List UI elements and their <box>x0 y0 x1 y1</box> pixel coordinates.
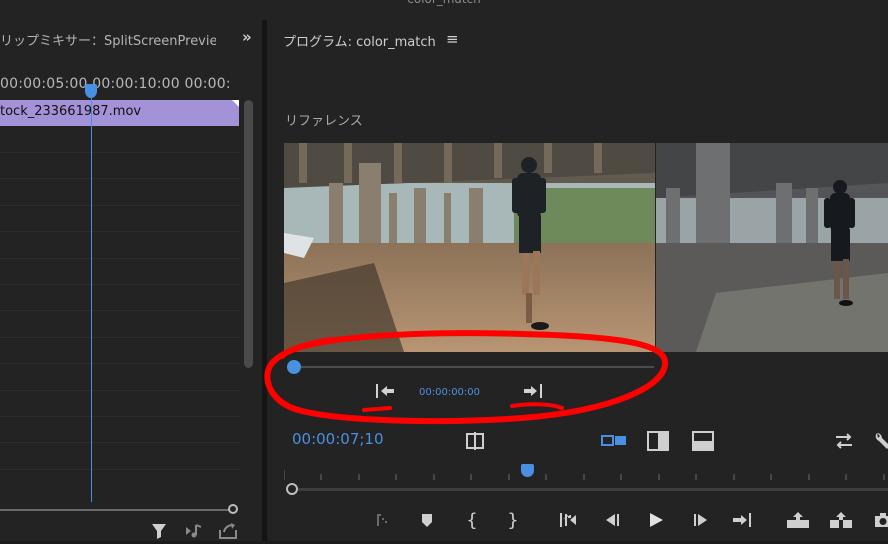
reference-label: リファレンス <box>285 114 363 129</box>
red-annotation-circle <box>264 330 669 425</box>
program-timecode[interactable]: 00:00:07;10 <box>292 430 384 448</box>
track-divider <box>0 258 240 259</box>
lift-icon[interactable] <box>785 510 811 534</box>
play-icon[interactable] <box>645 510 667 534</box>
program-zoom-bar[interactable] <box>292 488 888 491</box>
clip-label: tock_233661987.mov <box>0 104 142 119</box>
track-divider <box>0 390 240 391</box>
swap-icon[interactable] <box>833 431 855 455</box>
step-forward-icon[interactable] <box>690 510 712 534</box>
track-divider <box>0 442 240 443</box>
vertical-scrollbar[interactable] <box>244 100 253 368</box>
program-playhead[interactable] <box>521 464 534 477</box>
go-to-in-icon[interactable] <box>558 510 580 534</box>
marker-icon[interactable] <box>416 510 438 534</box>
side-by-side-icon[interactable] <box>601 431 627 455</box>
horizontal-scrollbar[interactable] <box>0 509 236 511</box>
mark-in-icon[interactable] <box>372 510 394 534</box>
left-panel-title[interactable]: リップミキサー：SplitScreenPreview <box>0 30 216 49</box>
track-divider <box>0 205 240 206</box>
playhead-line[interactable] <box>91 88 92 502</box>
wrench-icon[interactable] <box>873 431 888 455</box>
track-divider <box>0 284 240 285</box>
camera-icon[interactable] <box>872 510 888 534</box>
hamburger-menu-icon[interactable]: ≡ <box>446 30 459 48</box>
mark-in-brace-icon[interactable]: { <box>461 510 483 531</box>
program-frame <box>656 143 888 352</box>
vertical-split-icon[interactable] <box>647 431 669 455</box>
double-chevron-right-icon[interactable]: » <box>242 28 252 46</box>
track-divider <box>0 231 240 232</box>
extract-icon[interactable] <box>828 510 854 534</box>
timeline-ruler-labels[interactable]: 00:00:05:00 00:00:10:00 00:00: <box>0 76 240 92</box>
step-back-icon[interactable] <box>601 510 623 534</box>
track-divider <box>0 337 240 338</box>
reference-frame <box>284 143 655 352</box>
playhead-handle[interactable] <box>85 84 97 98</box>
split-compare-icon[interactable] <box>464 431 486 455</box>
clip-corner-marker <box>232 100 239 107</box>
track-divider <box>0 178 240 179</box>
track-divider <box>0 152 240 153</box>
track-divider <box>0 310 240 311</box>
window-title: color_match <box>0 0 888 6</box>
program-panel-title[interactable]: プログラム: color_match <box>283 31 436 50</box>
program-time-ruler[interactable] <box>284 466 888 482</box>
clip-mixer-panel <box>0 20 262 541</box>
zoom-handle[interactable] <box>228 504 238 514</box>
track-divider <box>0 416 240 417</box>
horizontal-split-icon[interactable] <box>692 431 714 455</box>
program-zoom-handle[interactable] <box>286 483 298 495</box>
track-divider <box>0 363 240 364</box>
track-divider <box>0 469 240 470</box>
go-to-out-icon[interactable] <box>731 510 753 534</box>
mark-out-brace-icon[interactable]: } <box>502 510 524 531</box>
